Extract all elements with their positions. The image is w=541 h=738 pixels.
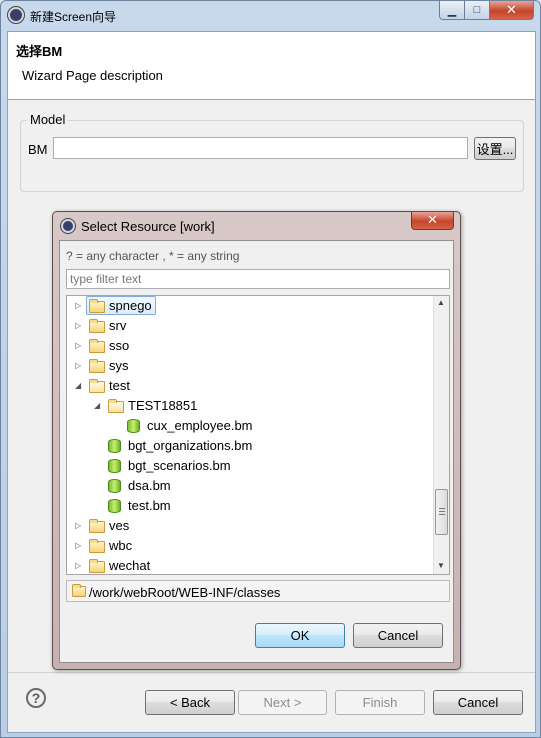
- next-button[interactable]: Next >: [238, 690, 327, 715]
- grip-line: [439, 511, 445, 512]
- footer-separator: [8, 672, 535, 673]
- cancel-button-label: Cancel: [457, 695, 499, 710]
- bm-file-icon: [108, 459, 121, 473]
- ok-button[interactable]: OK: [255, 623, 345, 648]
- page-description: Wizard Page description: [22, 68, 163, 83]
- scroll-down-arrow-icon[interactable]: ▼: [437, 561, 445, 570]
- back-button-label: < Back: [169, 695, 211, 710]
- folder-icon: [89, 379, 105, 393]
- bm-file-icon: [127, 419, 140, 433]
- dialog-cancel-button[interactable]: Cancel: [353, 623, 443, 648]
- resource-tree[interactable]: ▷ wechat ▷ wbc ▷ ves test.bm dsa.bm bgt_scenario…: [66, 295, 450, 575]
- dialog-title: Select Resource [work]: [81, 219, 215, 234]
- tree-item-label: sys: [109, 358, 129, 373]
- back-button[interactable]: < Back: [145, 690, 235, 715]
- grip-line: [439, 514, 445, 515]
- grip-line: [439, 508, 445, 509]
- close-button[interactable]: ✕: [490, 1, 534, 20]
- collapse-toggle-icon[interactable]: ◢: [94, 396, 104, 416]
- window-controls: ▁ □ ✕: [439, 1, 534, 21]
- tree-file-row[interactable]: test.bm: [67, 496, 433, 516]
- folder-icon: [89, 359, 105, 373]
- expand-toggle-icon[interactable]: ▷: [75, 316, 85, 336]
- bm-file-icon: [108, 479, 121, 493]
- filter-hint: ? = any character , * = any string: [66, 249, 240, 263]
- tree-item-label: wechat: [109, 558, 151, 573]
- selected-path: /work/webRoot/WEB-INF/classes: [89, 585, 281, 600]
- tree-folder-row[interactable]: ▷ sys: [67, 356, 433, 376]
- folder-icon: [89, 559, 105, 573]
- tree-folder-row[interactable]: ▷ spnego: [67, 296, 433, 316]
- tree-item-label: spnego: [109, 298, 152, 313]
- tree-item-label: cux_employee.bm: [147, 418, 253, 433]
- path-bar: /work/webRoot/WEB-INF/classes: [66, 580, 450, 602]
- tree-item-label: srv: [109, 318, 127, 333]
- model-group: Model BM 设置...: [20, 112, 524, 192]
- bm-file-icon: [108, 439, 121, 453]
- tree-folder-row[interactable]: ▷ wbc: [67, 536, 433, 556]
- tree-item-label: ves: [109, 518, 130, 533]
- folder-icon: [89, 539, 105, 553]
- tree-file-row[interactable]: bgt_organizations.bm: [67, 436, 433, 456]
- filter-input[interactable]: type filter text: [66, 269, 450, 289]
- folder-icon: [89, 319, 105, 333]
- tree-item-label: dsa.bm: [128, 478, 171, 493]
- tree-folder-row[interactable]: ◢ TEST18851: [67, 396, 433, 416]
- tree-folder-row[interactable]: ▷ ves: [67, 516, 433, 536]
- select-resource-dialog: Select Resource [work] ✕ ? = any charact…: [52, 211, 461, 670]
- settings-button[interactable]: 设置...: [474, 137, 516, 160]
- tree-scrollbar[interactable]: ▲ ▼: [433, 296, 449, 574]
- tree-folder-row[interactable]: ▷ sso: [67, 336, 433, 356]
- model-group-label: Model: [27, 112, 69, 127]
- maximize-button[interactable]: □: [465, 1, 490, 20]
- folder-icon: [72, 584, 86, 597]
- expand-toggle-icon[interactable]: ▷: [75, 356, 85, 376]
- tree-folder-row[interactable]: ▷ srv: [67, 316, 433, 336]
- cancel-button[interactable]: Cancel: [433, 690, 523, 715]
- folder-icon: [89, 339, 105, 353]
- finish-button-label: Finish: [362, 695, 398, 710]
- folder-icon: [108, 399, 124, 413]
- bm-field[interactable]: [53, 137, 468, 159]
- bm-label: BM: [28, 142, 48, 157]
- tree-file-row[interactable]: bgt_scenarios.bm: [67, 456, 433, 476]
- tree-folder-row[interactable]: ◢ test: [67, 376, 433, 396]
- scroll-up-arrow-icon[interactable]: ▲: [437, 298, 445, 307]
- dialog-body: ? = any character , * = any string type …: [59, 240, 454, 663]
- eclipse-dialog-icon: [61, 219, 75, 233]
- tree-file-row[interactable]: dsa.bm: [67, 476, 433, 496]
- tree-folder-row[interactable]: ▷ wechat: [67, 556, 433, 574]
- finish-button[interactable]: Finish: [335, 690, 425, 715]
- expand-toggle-icon[interactable]: ▷: [75, 516, 85, 536]
- expand-toggle-icon[interactable]: ▷: [75, 556, 85, 574]
- tree-item-label: TEST18851: [128, 398, 198, 413]
- title-bar[interactable]: 新建Screen向导 ▁ □ ✕: [1, 1, 540, 31]
- expand-toggle-icon[interactable]: ▷: [75, 336, 85, 356]
- help-icon[interactable]: ?: [26, 688, 46, 708]
- wizard-header: 选择BM Wizard Page description: [8, 32, 535, 100]
- expand-toggle-icon[interactable]: ▷: [75, 536, 85, 556]
- window-title: 新建Screen向导: [30, 10, 117, 24]
- eclipse-app-icon: [8, 7, 24, 23]
- tree-item-label: test: [109, 378, 130, 393]
- page-title: 选择BM: [16, 44, 63, 59]
- collapse-toggle-icon[interactable]: ◢: [75, 376, 85, 396]
- folder-icon: [89, 299, 105, 313]
- minimize-button[interactable]: ▁: [439, 1, 465, 20]
- tree-item-label: sso: [109, 338, 130, 353]
- tree-file-row[interactable]: cux_employee.bm: [67, 416, 433, 436]
- tree-item-label: wbc: [109, 538, 133, 553]
- tree-item-label: test.bm: [128, 498, 171, 513]
- scroll-thumb[interactable]: [435, 489, 448, 535]
- expand-toggle-icon[interactable]: ▷: [75, 296, 85, 316]
- dialog-close-button[interactable]: ✕: [411, 212, 454, 230]
- tree-item-label: bgt_organizations.bm: [128, 438, 253, 453]
- folder-icon: [89, 519, 105, 533]
- tree-item-label: bgt_scenarios.bm: [128, 458, 231, 473]
- bm-file-icon: [108, 499, 121, 513]
- next-button-label: Next >: [263, 695, 302, 710]
